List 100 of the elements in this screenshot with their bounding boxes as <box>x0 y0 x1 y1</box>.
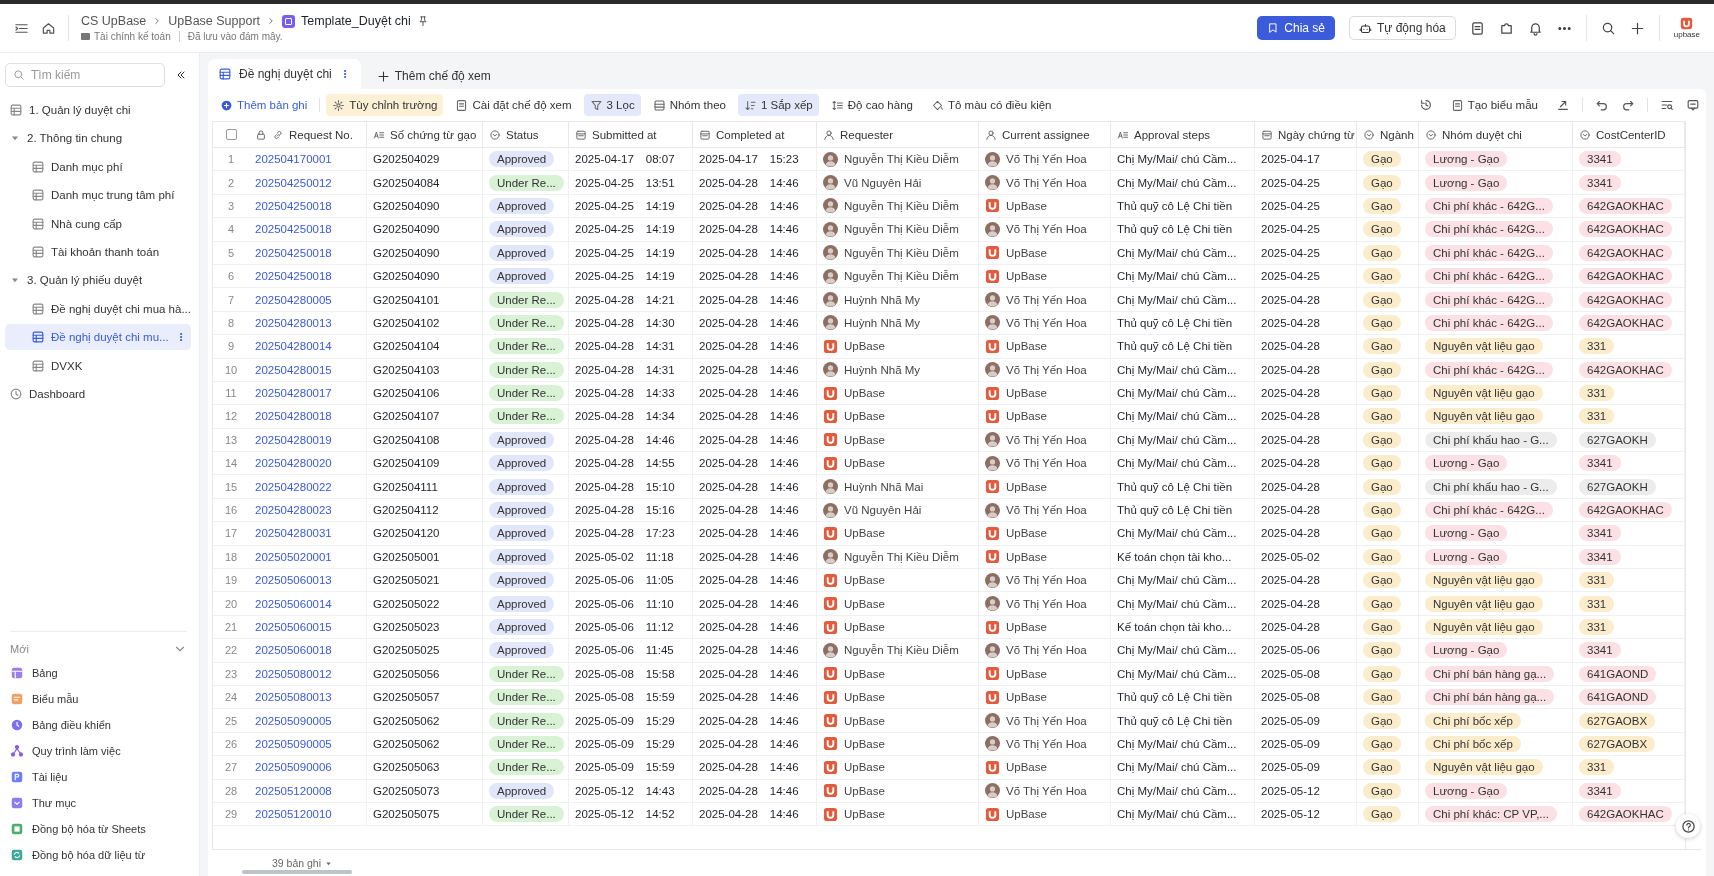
time-text: 14:46 <box>769 691 799 704</box>
add-view-button[interactable]: Thêm chế độ xem <box>370 63 497 89</box>
tag: 642GAOKHAC <box>1579 502 1672 519</box>
toolbar-button[interactable]: Độ cao hàng <box>824 94 919 116</box>
sidebar-item[interactable]: Tài khoản thanh toán <box>5 238 191 265</box>
request-link[interactable]: 202505020001 <box>255 550 332 563</box>
breadcrumb-link[interactable]: CS UpBase <box>81 14 147 28</box>
request-link[interactable]: 202504280005 <box>255 293 332 306</box>
share-button[interactable]: Chia sẻ <box>1257 16 1335 40</box>
create-item[interactable]: Biểu mẫu <box>10 686 187 712</box>
request-link[interactable]: 202505060018 <box>255 644 332 657</box>
create-item[interactable]: Tài liệu <box>10 764 187 790</box>
create-item[interactable]: Quy trình làm việc <box>10 738 187 764</box>
status-icon <box>1425 128 1437 141</box>
create-item[interactable]: Bảng điều khiển <box>10 712 187 738</box>
find-icon[interactable] <box>1660 98 1674 112</box>
create-item[interactable]: Bảng <box>10 660 187 686</box>
column-header[interactable]: Status <box>506 128 539 141</box>
request-link[interactable]: 202504250018 <box>255 223 332 236</box>
tag: Chi phí khác - 642G... <box>1425 197 1553 214</box>
request-link[interactable]: 202504280015 <box>255 363 332 376</box>
request-link[interactable]: 202505080012 <box>255 667 332 680</box>
column-header[interactable]: Approval steps <box>1134 128 1211 141</box>
plus-icon[interactable] <box>1629 20 1645 36</box>
column-header[interactable]: Số chứng từ gạo <box>390 128 477 141</box>
toolbar-button[interactable]: Nhóm theo <box>646 94 732 116</box>
request-link[interactable]: 202505120010 <box>255 808 332 821</box>
request-link[interactable]: 202505090005 <box>255 737 332 750</box>
view-tab[interactable]: Đề nghị duyệt chi <box>208 59 361 89</box>
comment-icon[interactable] <box>1686 98 1700 112</box>
sidebar-item[interactable]: Danh mục phí <box>5 153 191 180</box>
pin-icon[interactable] <box>416 15 429 27</box>
column-header[interactable]: Submitted at <box>592 128 657 141</box>
breadcrumb-link[interactable]: UpBase Support <box>168 14 261 28</box>
request-link[interactable]: 202505060013 <box>255 574 332 587</box>
sidebar-item[interactable]: Dashboard <box>5 380 191 407</box>
status-tag: Under Re... <box>489 759 564 776</box>
toolbar-button[interactable]: Thêm bản ghi <box>214 94 314 116</box>
request-link[interactable]: 202504170001 <box>255 153 332 166</box>
request-link[interactable]: 202505090005 <box>255 714 332 727</box>
sidebar-item[interactable]: Nhà cung cấp <box>5 210 191 237</box>
redo-icon[interactable] <box>1621 98 1635 112</box>
toolbar-button[interactable]: Tô màu có điều kiện <box>924 94 1058 116</box>
sidebar-item[interactable]: DVXK <box>5 352 191 379</box>
toolbar-button[interactable]: Cài đặt chế độ xem <box>449 94 578 116</box>
person-name: Huỳnh Nhã My <box>844 316 921 329</box>
history-icon[interactable] <box>1418 98 1433 112</box>
sidebar-item[interactable]: Đề nghị duyệt chi mu... <box>5 324 191 351</box>
export-icon[interactable] <box>1556 98 1570 112</box>
column-header[interactable]: Ngày chứng từ <box>1278 128 1355 141</box>
document-icon[interactable] <box>1469 20 1485 36</box>
sidebar-item[interactable]: 2. Thông tin chung <box>5 125 191 152</box>
column-header[interactable]: Completed at <box>716 128 785 141</box>
toolbar-button[interactable]: Tùy chỉnh trường <box>326 94 444 116</box>
request-link[interactable]: 202504280022 <box>255 480 332 493</box>
column-header[interactable]: Request No. <box>289 128 353 141</box>
request-link[interactable]: 202504280014 <box>255 340 332 353</box>
scrollbar[interactable] <box>242 870 352 874</box>
bell-icon[interactable] <box>1527 20 1543 36</box>
column-header[interactable]: CostCenterID <box>1596 128 1666 141</box>
column-header[interactable]: Requester <box>840 128 894 141</box>
create-item[interactable]: Thư mục <box>10 790 187 816</box>
automation-button[interactable]: Tự động hóa <box>1349 16 1456 40</box>
sidebar-item[interactable]: 3. Quản lý phiếu duyệt <box>5 267 191 294</box>
request-link[interactable]: 202504280020 <box>255 457 332 470</box>
column-header[interactable]: Nhóm duyệt chi <box>1442 128 1522 141</box>
request-link[interactable]: 202505080013 <box>255 691 332 704</box>
create-item[interactable]: Đồng bộ hóa từ Sheets <box>10 816 187 842</box>
home-icon[interactable] <box>41 20 56 36</box>
person-name: UpBase <box>844 527 885 540</box>
search-icon[interactable] <box>1600 20 1616 36</box>
toolbar-button[interactable]: 3 Lọc <box>583 94 641 116</box>
undo-icon[interactable] <box>1595 98 1609 112</box>
request-link[interactable]: 202505060015 <box>255 621 332 633</box>
sidebar-item[interactable]: Danh mục trung tâm phí <box>5 182 191 209</box>
request-link[interactable]: 202504280017 <box>255 387 332 400</box>
column-header[interactable]: Current assignee <box>1002 128 1090 141</box>
request-link[interactable]: 202504280018 <box>255 410 332 423</box>
request-link[interactable]: 202504280031 <box>255 527 332 540</box>
column-header[interactable]: Ngành <box>1380 128 1414 141</box>
record-count[interactable]: 39 bản ghi <box>272 857 334 869</box>
select-all-checkbox[interactable] <box>225 129 237 140</box>
create-item[interactable]: Đồng bộ hóa dữ liệu từ <box>10 842 187 868</box>
request-link[interactable]: 202504250012 <box>255 176 332 189</box>
request-link[interactable]: 202505060014 <box>255 597 332 610</box>
request-link[interactable]: 202504280019 <box>255 433 332 446</box>
search-icon <box>13 69 25 81</box>
request-link[interactable]: 202504280013 <box>255 316 332 329</box>
request-link[interactable]: 202504250018 <box>255 199 332 212</box>
request-link[interactable]: 202504250018 <box>255 246 332 259</box>
request-link[interactable]: 202505090006 <box>255 761 332 774</box>
request-link[interactable]: 202505120008 <box>255 784 332 797</box>
sidebar-item[interactable]: 1. Quản lý duyệt chi <box>5 97 191 123</box>
request-link[interactable]: 202504280023 <box>255 504 332 517</box>
sidebar-item[interactable]: Đề nghị duyệt chi mua hà... <box>5 295 191 322</box>
table-cell: Thủ quỹ cô Lệ Chi tiền <box>1117 340 1233 353</box>
request-link[interactable]: 202504250018 <box>255 270 332 283</box>
toolbar-button[interactable]: 1 Sắp xếp <box>737 94 819 116</box>
collapse-icon[interactable] <box>175 69 187 81</box>
create-form-button[interactable]: Tạo biểu mẫu <box>1444 94 1544 116</box>
